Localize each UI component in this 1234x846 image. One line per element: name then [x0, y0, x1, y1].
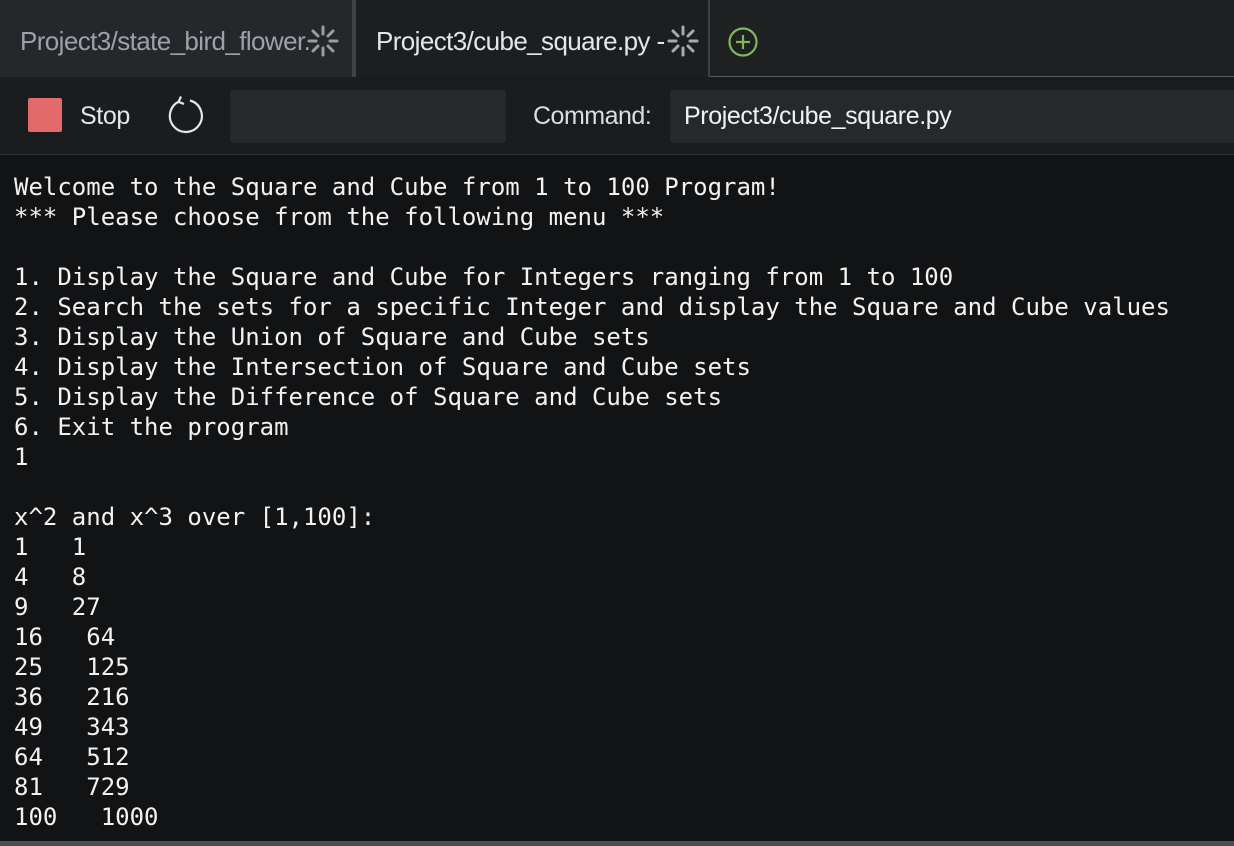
- stop-label: Stop: [80, 102, 130, 130]
- terminal-line: 25 125: [14, 653, 130, 681]
- tab-cube-square[interactable]: Project3/cube_square.py -: [354, 0, 710, 77]
- tab-state-bird-flower[interactable]: Project3/state_bird_flower.py - Stopped: [0, 0, 354, 77]
- run-toolbar: Stop Command:: [0, 77, 1234, 155]
- terminal-line: 5. Display the Difference of Square and …: [14, 383, 723, 411]
- terminal-line: 9 27: [14, 593, 101, 621]
- terminal-line: 1: [14, 443, 29, 471]
- spinner-icon: [667, 25, 699, 57]
- terminal-line: 81 729: [14, 773, 130, 801]
- spinner-icon: [307, 25, 339, 57]
- terminal-line: 4. Display the Intersection of Square an…: [14, 353, 751, 381]
- terminal-output: Welcome to the Square and Cube from 1 to…: [14, 172, 1170, 832]
- command-label: Command:: [533, 102, 652, 130]
- terminal-line: 1 1: [14, 533, 87, 561]
- terminal-line: x^2 and x^3 over [1,100]:: [14, 503, 376, 531]
- terminal-line: Welcome to the Square and Cube from 1 to…: [14, 173, 780, 201]
- plus-circle-icon[interactable]: [727, 26, 759, 58]
- stop-button[interactable]: Stop: [26, 96, 146, 136]
- terminal-line: 1. Display the Square and Cube for Integ…: [14, 263, 954, 291]
- tab-label: Project3/cube_square.py -: [376, 26, 665, 56]
- terminal-line: 2. Search the sets for a specific Intege…: [14, 293, 1170, 321]
- terminal-line: 3. Display the Union of Square and Cube …: [14, 323, 650, 351]
- tab-bar: Project3/state_bird_flower.py - Stopped …: [0, 0, 1234, 77]
- terminal-line: 16 64: [14, 623, 116, 651]
- terminal-line: 49 343: [14, 713, 130, 741]
- panel-bottom-border: [0, 841, 1234, 846]
- terminal-line: *** Please choose from the following men…: [14, 203, 665, 231]
- stop-square-icon: [28, 98, 62, 132]
- restart-icon[interactable]: [164, 96, 208, 136]
- terminal-line: 36 216: [14, 683, 130, 711]
- terminal-line: 64 512: [14, 743, 130, 771]
- terminal-line: 100 1000: [14, 803, 159, 831]
- terminal-line: 6. Exit the program: [14, 413, 289, 441]
- terminal-line: 4 8: [14, 563, 87, 591]
- terminal-output-panel[interactable]: Welcome to the Square and Cube from 1 to…: [0, 155, 1234, 841]
- command-input[interactable]: [670, 90, 1234, 143]
- tab-label: Project3/state_bird_flower.py - Stopped: [20, 26, 310, 56]
- run-input[interactable]: [230, 90, 506, 143]
